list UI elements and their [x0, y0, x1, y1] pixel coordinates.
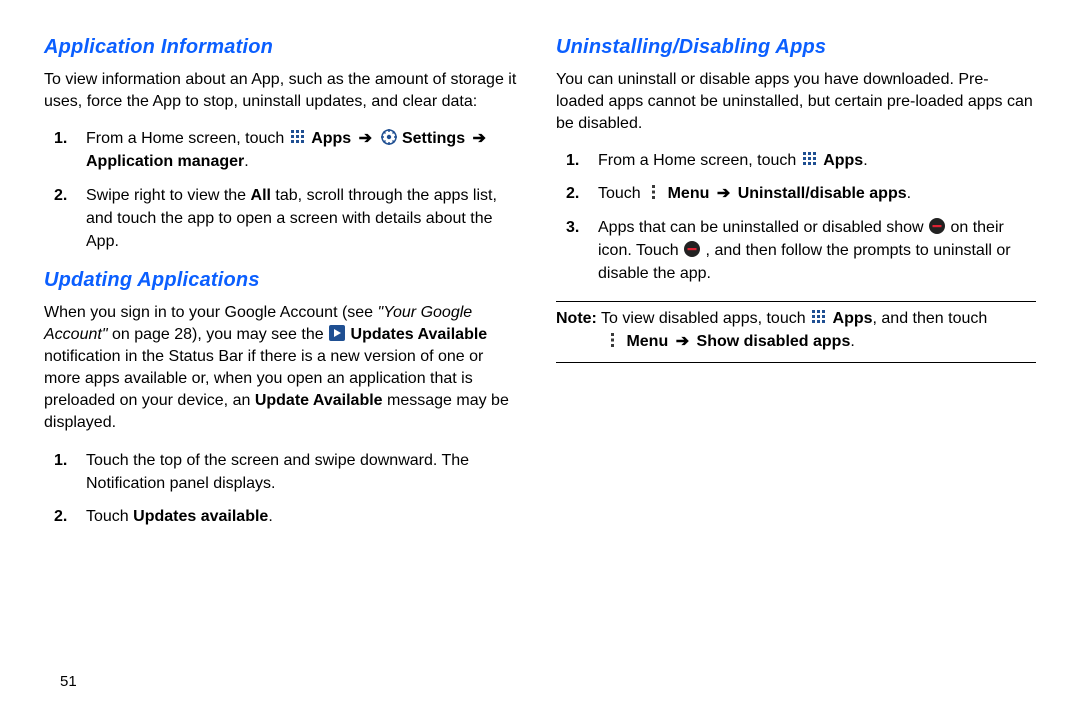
updating-steps: Touch the top of the screen and swipe do… — [44, 449, 524, 529]
settings-gear-icon — [381, 129, 397, 145]
arrow-icon: ➔ — [673, 333, 692, 350]
arrow-icon: ➔ — [470, 130, 489, 147]
note-rule-bottom — [556, 362, 1036, 363]
heading-updating-applications: Updating Applications — [44, 269, 524, 292]
uninstall-step-3: Apps that can be uninstalled or disabled… — [598, 216, 1036, 286]
arrow-icon: ➔ — [356, 130, 375, 147]
updating-step-1: Touch the top of the screen and swipe do… — [86, 449, 524, 495]
page-number: 51 — [60, 673, 77, 690]
menu-dots-icon — [605, 332, 621, 348]
arrow-icon: ➔ — [714, 185, 733, 202]
updating-intro: When you sign in to your Google Account … — [44, 302, 524, 434]
note-rule-top — [556, 301, 1036, 302]
apps-grid-icon — [811, 309, 827, 325]
heading-uninstalling-disabling: Uninstalling/Disabling Apps — [556, 36, 1036, 59]
updates-play-icon — [329, 325, 345, 341]
menu-dots-icon — [646, 184, 662, 200]
heading-application-information: Application Information — [44, 36, 524, 59]
apps-grid-icon — [290, 129, 306, 145]
app-info-intro: To view information about an App, such a… — [44, 69, 524, 113]
apps-grid-icon — [802, 151, 818, 167]
remove-circle-icon — [684, 241, 700, 257]
right-column: Uninstalling/Disabling Apps You can unin… — [542, 36, 1050, 696]
app-info-steps: From a Home screen, touch Apps ➔ Setting… — [44, 127, 524, 253]
uninstall-steps: From a Home screen, touch Apps. Touch Me… — [556, 149, 1036, 285]
note-block: Note: To view disabled apps, touch Apps,… — [556, 308, 1036, 353]
uninstall-step-2: Touch Menu ➔ Uninstall/disable apps. — [598, 182, 1036, 205]
uninstall-intro: You can uninstall or disable apps you ha… — [556, 69, 1036, 135]
left-column: Application Information To view informat… — [30, 36, 538, 696]
app-info-step-1: From a Home screen, touch Apps ➔ Setting… — [86, 127, 524, 173]
remove-circle-icon — [929, 218, 945, 234]
updating-step-2: Touch Updates available. — [86, 505, 524, 528]
uninstall-step-1: From a Home screen, touch Apps. — [598, 149, 1036, 172]
app-info-step-2: Swipe right to view the All tab, scroll … — [86, 184, 524, 254]
